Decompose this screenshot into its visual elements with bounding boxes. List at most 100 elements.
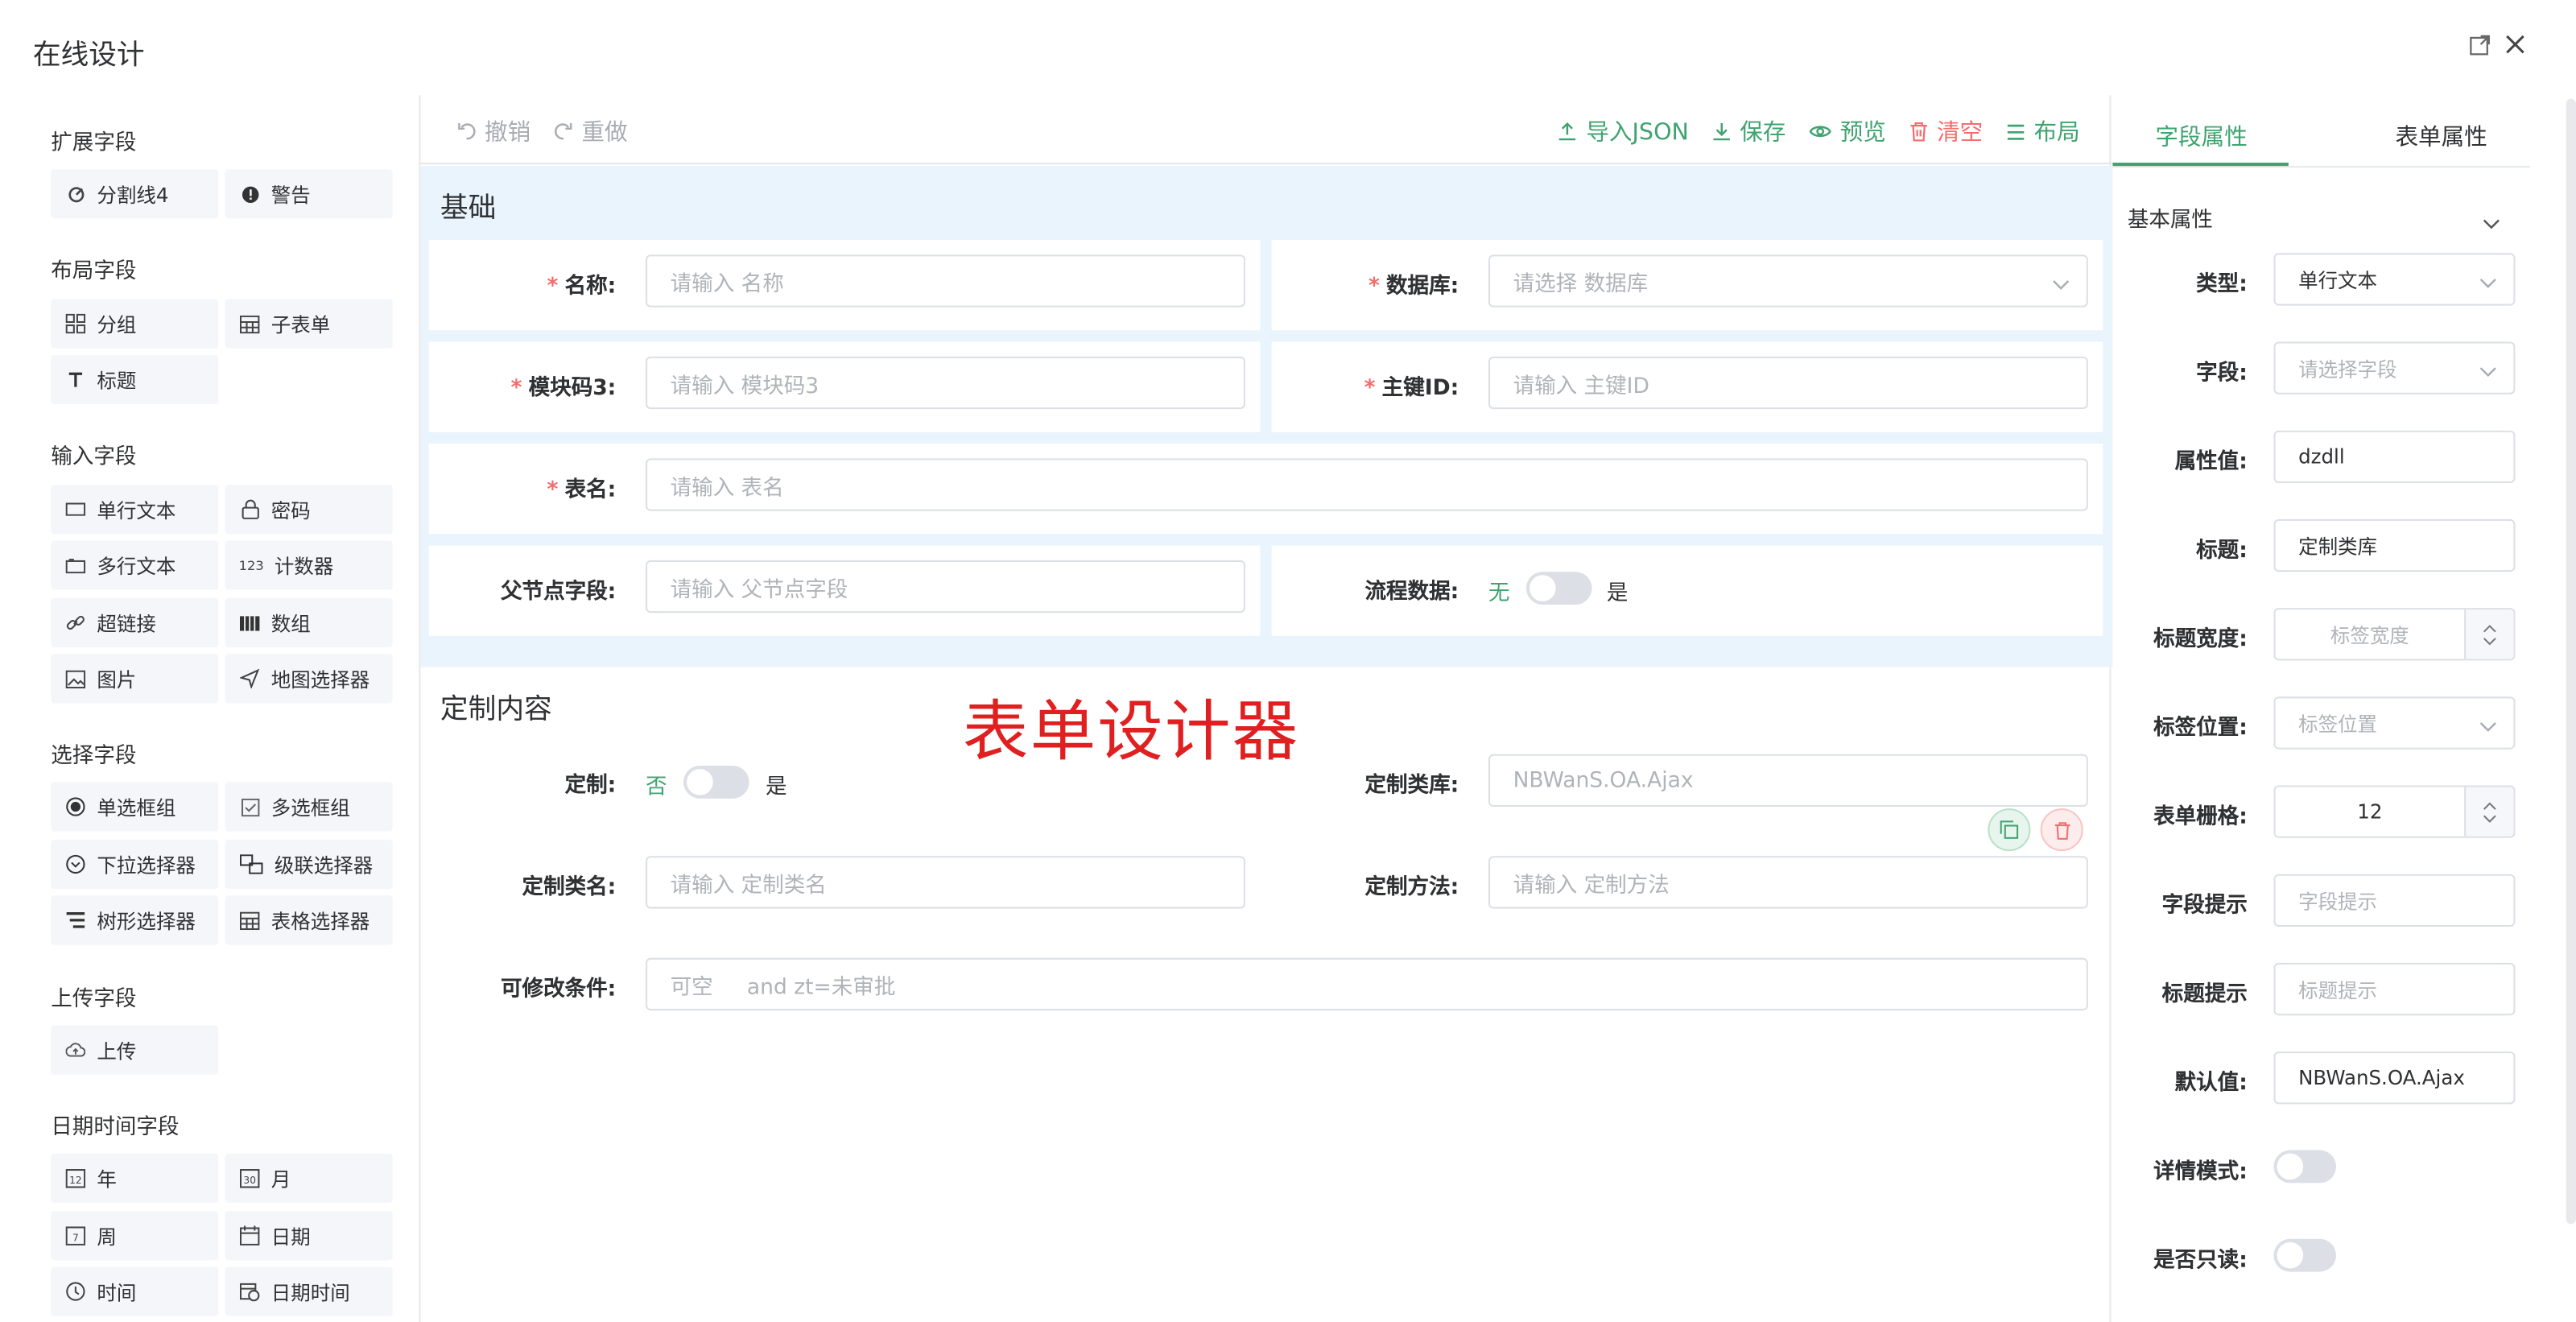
widget-cascader[interactable]: 级联选择器: [225, 839, 393, 890]
widget-input[interactable]: 单行文本: [51, 485, 219, 535]
close-icon[interactable]: [2504, 33, 2527, 56]
widget-year[interactable]: 12 年: [51, 1153, 219, 1203]
table-name-input[interactable]: 请输入 表名: [646, 458, 2088, 511]
readonly-switch[interactable]: [2273, 1238, 2337, 1272]
widget-image[interactable]: 图片: [51, 654, 219, 704]
custom-class-input[interactable]: 请输入 定制类名: [646, 856, 1245, 909]
stepper-arrows[interactable]: [2464, 609, 2514, 659]
field-cell-table-name[interactable]: * 表名: 请输入 表名: [428, 444, 2103, 535]
title-hint-input[interactable]: 标题提示: [2273, 962, 2516, 1016]
fullscreen-icon[interactable]: [2469, 34, 2491, 56]
widget-array[interactable]: 数组: [225, 597, 393, 648]
custom-lib-input[interactable]: NBWanS.OA.Ajax: [1488, 754, 2088, 808]
custom-label: 定制:: [564, 774, 617, 799]
tab-field-props[interactable]: 字段属性: [2156, 120, 2248, 153]
watermark-text: 表单设计器: [962, 695, 1300, 771]
primary-key-input[interactable]: 请输入 主键ID: [1488, 356, 2088, 410]
section-basic[interactable]: 基础 * 名称: 请输入 名称 * 数据库: 请选择 数据库 * 模块码3: 请输入 …: [420, 166, 2113, 667]
chevron-down-icon[interactable]: [2483, 205, 2500, 237]
field-cell-primary-key[interactable]: * 主键ID: 请输入 主键ID: [1271, 341, 2103, 432]
widget-month[interactable]: 30 月: [225, 1153, 393, 1203]
title-width-input[interactable]: 标签宽度: [2273, 608, 2516, 661]
calendar-month-icon: 30: [239, 1168, 260, 1188]
clock-icon: [66, 1282, 85, 1301]
section-title-custom: 定制内容: [440, 693, 552, 727]
field-select[interactable]: 请选择字段: [2273, 341, 2516, 395]
field-cell-name[interactable]: * 名称: 请输入 名称: [428, 239, 1261, 331]
widget-time[interactable]: 时间: [51, 1266, 219, 1316]
widget-radio[interactable]: 单选框组: [51, 782, 219, 832]
array-icon: [239, 613, 260, 632]
widget-title[interactable]: 标题: [51, 354, 219, 405]
database-select[interactable]: 请选择 数据库: [1488, 254, 2088, 308]
layout-button[interactable]: 布局: [2006, 115, 2080, 148]
field-cell-flow-data[interactable]: 流程数据: 无 是: [1271, 545, 2103, 636]
design-canvas: 撤销 重做 导入JSON 保存 预览 清空 布局 基础 * 名称: 请输入 名称 …: [419, 95, 2113, 1322]
delete-widget-button[interactable]: [2040, 808, 2083, 852]
tab-form-props[interactable]: 表单属性: [2395, 120, 2487, 153]
image-icon: [65, 669, 86, 688]
field-cell-module-code[interactable]: * 模块码3: 请输入 模块码3: [428, 341, 1261, 432]
field-hint-input[interactable]: 字段提示: [2273, 874, 2516, 927]
copy-widget-button[interactable]: [1988, 808, 2031, 852]
detail-mode-switch[interactable]: [2273, 1150, 2337, 1184]
custom-switch[interactable]: [683, 766, 749, 799]
field-cell-database[interactable]: * 数据库: 请选择 数据库: [1271, 239, 2103, 331]
designer-toolbar: 撤销 重做 导入JSON 保存 预览 清空 布局: [420, 95, 2113, 165]
widget-subform[interactable]: 子表单: [225, 299, 393, 349]
widget-select[interactable]: 下拉选择器: [51, 839, 219, 890]
default-value-input[interactable]: NBWanS.OA.Ajax: [2273, 1051, 2516, 1105]
import-json-button[interactable]: 导入JSON: [1558, 115, 1689, 148]
link-icon: [66, 613, 85, 632]
flow-on-text: 是: [1606, 581, 1629, 607]
widget-divider[interactable]: 分割线4: [51, 169, 219, 219]
radio-icon: [66, 797, 85, 816]
dialog-header-actions: [2469, 33, 2526, 56]
custom-lib-label: 定制类库:: [1364, 774, 1459, 799]
widget-tree-select[interactable]: 树形选择器: [51, 895, 219, 945]
custom-method-input[interactable]: 请输入 定制方法: [1488, 856, 2088, 909]
widget-datetime[interactable]: 日期时间: [225, 1266, 393, 1316]
field-cell-parent-field[interactable]: 父节点字段: 请输入 父节点字段: [428, 545, 1261, 636]
undo-button[interactable]: 撤销: [456, 115, 530, 148]
widget-textarea[interactable]: 多行文本: [51, 540, 219, 590]
title-input[interactable]: 定制类库: [2273, 518, 2516, 572]
collapse-basic-title[interactable]: 基本属性: [2128, 202, 2213, 233]
label-position-select[interactable]: 标签位置: [2273, 696, 2516, 750]
tree-icon: [66, 911, 85, 930]
widget-week[interactable]: 7周: [51, 1211, 219, 1261]
properties-tabs: 字段属性 表单属性: [2112, 95, 2530, 168]
grid-icon: [65, 313, 86, 334]
widget-alert[interactable]: 警告: [225, 169, 393, 219]
stepper-arrows[interactable]: [2464, 787, 2514, 837]
widget-link[interactable]: 超链接: [51, 597, 219, 648]
chevron-down-icon: [2479, 360, 2497, 383]
group-title-layout: 布局字段: [51, 259, 137, 285]
type-select[interactable]: 单行文本: [2273, 253, 2516, 306]
editable-condition-input[interactable]: 可空 and zt=未审批: [646, 957, 2088, 1011]
group-title-select: 选择字段: [51, 744, 137, 770]
widget-date[interactable]: 日期: [225, 1211, 393, 1261]
widget-map-picker[interactable]: 地图选择器: [225, 654, 393, 704]
widget-password[interactable]: 密码: [225, 485, 393, 535]
redo-button[interactable]: 重做: [554, 115, 628, 148]
widget-group[interactable]: 分组: [51, 299, 219, 349]
widget-checkbox[interactable]: 多选框组: [225, 782, 393, 832]
flow-data-label: 流程数据:: [1364, 580, 1459, 605]
widget-counter[interactable]: 123 计数器: [225, 540, 393, 590]
alert-icon: [240, 184, 259, 204]
widget-table-select[interactable]: 表格选择器: [225, 895, 393, 945]
save-button[interactable]: 保存: [1712, 115, 1785, 148]
form-grid-input[interactable]: 12: [2273, 785, 2516, 838]
widget-upload[interactable]: 上传: [51, 1025, 219, 1075]
group-title-datetime: 日期时间字段: [51, 1115, 180, 1141]
flow-data-switch[interactable]: [1525, 572, 1592, 605]
upload-cloud-icon: [65, 1040, 86, 1060]
name-input[interactable]: 请输入 名称: [646, 254, 1245, 308]
clear-button[interactable]: 清空: [1909, 115, 1983, 148]
panel-scrollbar[interactable]: [2566, 98, 2576, 1225]
module-code-input[interactable]: 请输入 模块码3: [646, 356, 1245, 410]
attr-value-input[interactable]: dzdll: [2273, 430, 2516, 483]
preview-button[interactable]: 预览: [1809, 115, 1886, 148]
parent-field-input[interactable]: 请输入 父节点字段: [646, 560, 1245, 613]
